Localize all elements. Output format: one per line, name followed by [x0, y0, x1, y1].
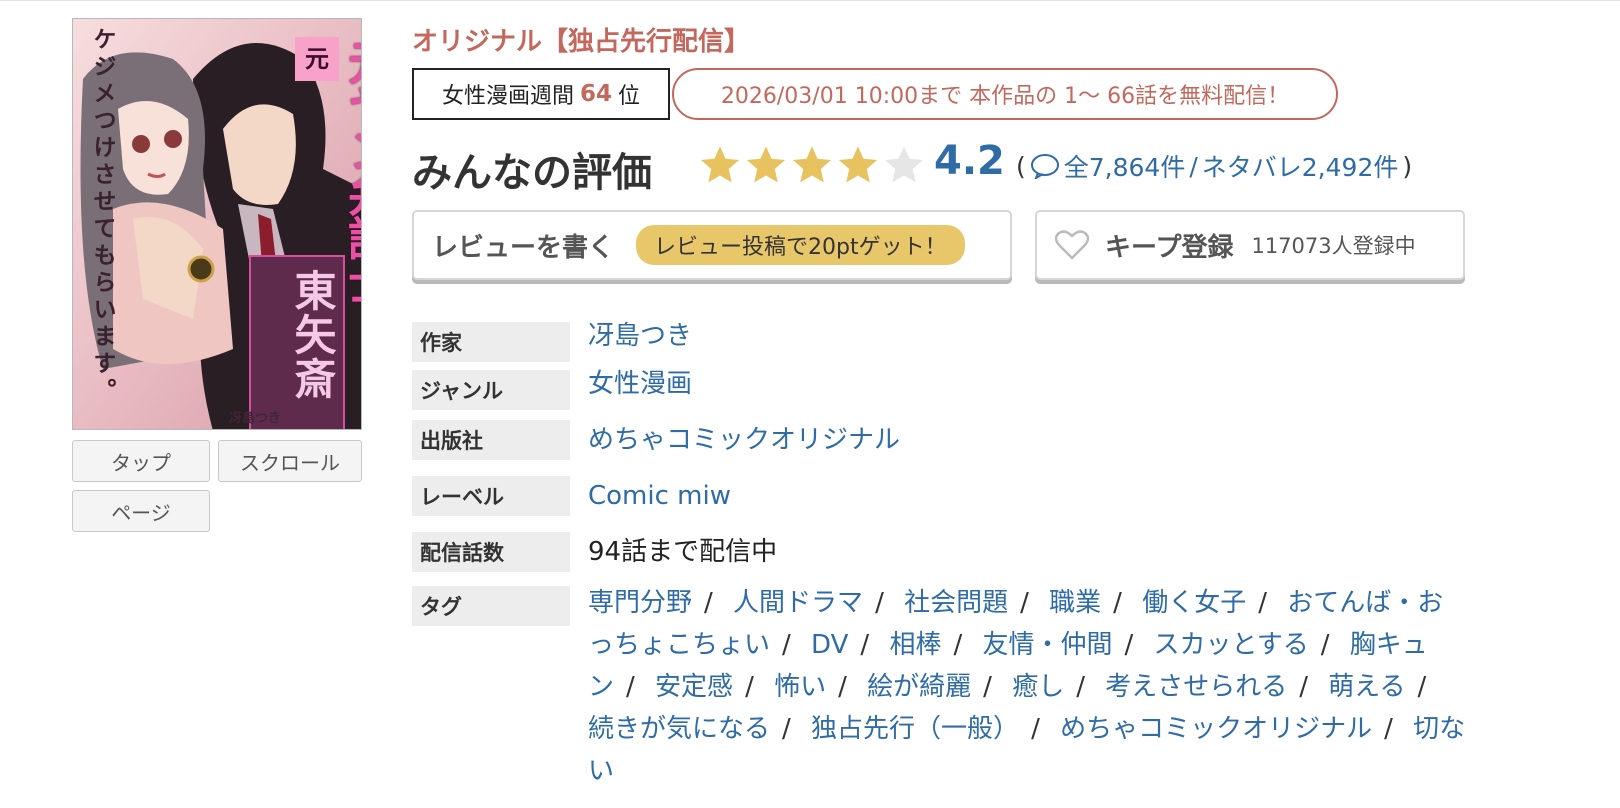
tag-separator: /: [1384, 714, 1393, 744]
speech-bubble-icon: [1030, 154, 1059, 179]
ranking-number: 64: [579, 81, 612, 107]
tag-link[interactable]: 癒し: [1012, 672, 1064, 702]
tag-link[interactable]: 萌える: [1328, 672, 1405, 702]
info-row-genre: ジャンル 女性漫画: [412, 369, 692, 410]
author-label: 作家: [412, 322, 570, 362]
tags-label: タグ: [412, 586, 570, 626]
heart-icon: [1055, 230, 1089, 260]
cover-image[interactable]: ケジメつけさせてもらいます。 元 元ヤン弁護士 東矢斎 冴島つき: [72, 18, 362, 430]
tag-separator: /: [1320, 630, 1330, 660]
review-reward-badge: レビュー投稿で20ptゲット！: [636, 225, 965, 265]
count-divider: /: [1189, 151, 1198, 181]
tag-link[interactable]: 専門分野: [588, 588, 692, 618]
tag-separator: /: [1258, 588, 1267, 618]
tag-separator: /: [1076, 672, 1085, 702]
tag-separator: /: [626, 672, 635, 702]
review-counts: ( 全7,864件 / ネタバレ2,492件 ): [1016, 148, 1412, 184]
tag-link[interactable]: 友情・仲間: [982, 630, 1112, 660]
close-paren: ): [1402, 151, 1413, 181]
star-icon: [884, 146, 924, 183]
tag-link[interactable]: DV: [811, 630, 848, 660]
tap-mode-button[interactable]: タップ: [72, 440, 210, 482]
star-icon: [746, 146, 786, 183]
tag-separator: /: [875, 588, 884, 618]
tag-separator: /: [782, 714, 791, 744]
tag-link[interactable]: スカッとする: [1154, 630, 1309, 660]
author-link[interactable]: 冴島つき: [588, 316, 692, 362]
keep-button[interactable]: キープ登録 117073人登録中: [1035, 210, 1465, 280]
tag-separator: /: [1299, 672, 1309, 702]
tag-link[interactable]: 職業: [1049, 588, 1101, 618]
cover-tagline: ケジメつけさせてもらいます。: [89, 27, 115, 405]
episodes-label: 配信話数: [412, 532, 570, 572]
tag-separator: /: [838, 672, 847, 702]
tag-separator: /: [860, 630, 870, 660]
tag-separator: /: [1020, 588, 1029, 618]
free-distribution-notice: 2026/03/01 10:00まで 本作品の 1〜 66話を無料配信！: [672, 68, 1338, 120]
rating-stars: [698, 143, 926, 187]
cover-badge: 元: [295, 37, 339, 81]
tag-link[interactable]: 考えさせられる: [1105, 672, 1287, 702]
scroll-mode-button[interactable]: スクロール: [218, 440, 362, 482]
write-review-button[interactable]: レビューを書く レビュー投稿で20ptゲット！: [412, 210, 1012, 280]
tag-link[interactable]: 人間ドラマ: [733, 588, 863, 618]
label-label: レーベル: [412, 476, 570, 516]
episodes-value: 94話まで配信中: [588, 537, 778, 567]
info-row-episodes: 配信話数 94話まで配信中: [412, 532, 777, 572]
genre-label: ジャンル: [412, 370, 570, 410]
keep-count: 117073人登録中: [1251, 234, 1416, 258]
original-exclusive-label: オリジナル【独占先行配信】: [412, 27, 751, 57]
tag-separator: /: [983, 672, 992, 702]
info-row-label: レーベル Comic miw: [412, 476, 731, 516]
tag-separator: /: [782, 630, 791, 660]
tag-separator: /: [745, 672, 754, 702]
cover-author-label: 東矢斎: [249, 255, 345, 429]
ranking-suffix: 位: [618, 84, 641, 109]
page-mode-button[interactable]: ページ: [72, 490, 210, 532]
tag-link[interactable]: 続きが気になる: [588, 714, 770, 744]
ranking-prefix: 女性漫画週間: [441, 84, 574, 109]
tag-link[interactable]: 社会問題: [904, 588, 1008, 618]
write-review-label: レビューを書く: [432, 232, 615, 263]
weekly-ranking-badge[interactable]: 女性漫画週間 64 位: [412, 68, 670, 120]
keep-label: キープ登録: [1105, 232, 1234, 263]
spoiler-count-link[interactable]: ネタバレ2,492件: [1202, 148, 1399, 184]
tag-link[interactable]: めちゃコミックオリジナル: [1060, 714, 1372, 744]
tag-link[interactable]: 独占先行（一般）: [811, 714, 1019, 744]
tag-separator: /: [953, 630, 963, 660]
tag-list: 専門分野 / 人間ドラマ / 社会問題 / 職業 / 働く女子 / おてんば・おっちょこち…: [588, 582, 1468, 792]
tag-link[interactable]: 安定感: [655, 672, 733, 702]
tag-separator: /: [1113, 588, 1122, 618]
star-icon: [700, 146, 740, 183]
tag-separator: /: [704, 588, 713, 618]
rating-title: みんなの評価: [412, 150, 652, 196]
rating-score: 4.2: [934, 138, 1005, 184]
open-paren: (: [1016, 151, 1026, 181]
label-link[interactable]: Comic miw: [588, 476, 731, 516]
tag-link[interactable]: 怖い: [774, 672, 826, 702]
publisher-label: 出版社: [412, 420, 570, 460]
star-icon: [838, 146, 878, 183]
genre-link[interactable]: 女性漫画: [588, 364, 692, 410]
review-count-link[interactable]: 全7,864件: [1064, 148, 1186, 184]
info-row-tags: タグ: [412, 586, 570, 626]
cover-author: 冴島つき: [229, 411, 282, 426]
tag-separator: /: [1417, 672, 1427, 702]
tag-link[interactable]: 相棒: [889, 630, 941, 660]
tag-separator: /: [1124, 630, 1134, 660]
tag-link[interactable]: 働く女子: [1142, 588, 1246, 618]
top-divider: [0, 0, 1620, 1]
star-icon: [792, 146, 832, 183]
publisher-link[interactable]: めちゃコミックオリジナル: [588, 420, 900, 460]
info-row-author: 作家 冴島つき: [412, 321, 692, 362]
tag-separator: /: [1031, 714, 1040, 744]
info-row-publisher: 出版社 めちゃコミックオリジナル: [412, 420, 900, 460]
tag-link[interactable]: 絵が綺麗: [867, 672, 971, 702]
